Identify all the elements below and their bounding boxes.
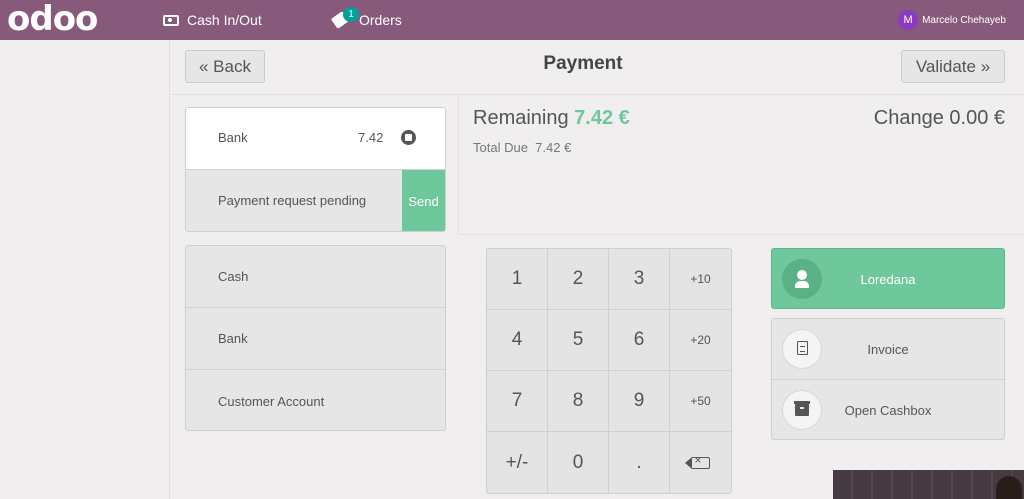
numpad-key-7[interactable]: 7 <box>487 371 548 432</box>
open-cashbox-button[interactable]: Open Cashbox <box>772 380 1004 439</box>
webcam-person <box>996 476 1022 499</box>
orders-button[interactable]: Orders <box>330 0 402 40</box>
cashbox-icon-circle <box>782 390 822 430</box>
payment-methods: Cash Bank Customer Account <box>185 245 446 431</box>
payment-lines: Bank 7.42 Payment request pending Send <box>185 107 446 232</box>
numpad-key-plus-minus[interactable]: +/- <box>487 432 548 493</box>
user-icon <box>782 259 822 299</box>
page-title: Payment <box>543 53 623 74</box>
numpad-key-plus50[interactable]: +50 <box>670 371 731 432</box>
change-amount: 0.00 € <box>949 107 1005 129</box>
user-name: Marcelo Chehayeb <box>922 14 1006 26</box>
payment-method-cash[interactable]: Cash <box>186 246 445 308</box>
remaining-amount: 7.42 € <box>574 107 630 129</box>
user-menu[interactable]: M Marcelo Chehayeb <box>898 0 1006 40</box>
payment-method-customer-account[interactable]: Customer Account <box>186 370 445 430</box>
total-due-amount: 7.42 € <box>535 140 572 155</box>
numpad-key-plus10[interactable]: +10 <box>670 249 731 310</box>
orders-count-badge: 1 <box>343 7 359 22</box>
archive-icon <box>794 401 810 416</box>
payment-line-name: Bank <box>218 130 248 145</box>
payment-line-selected[interactable]: Bank 7.42 <box>186 108 445 169</box>
numpad-key-1[interactable]: 1 <box>487 249 548 310</box>
numpad-key-4[interactable]: 4 <box>487 310 548 371</box>
customer-name: Loredana <box>860 272 916 287</box>
numpad-key-6[interactable]: 6 <box>609 310 670 371</box>
payment-screen: « Back Payment Validate » Bank 7.42 Paym… <box>171 40 1024 499</box>
remaining-label: Remaining <box>473 107 569 129</box>
change-summary: Change 0.00 € <box>871 107 1005 130</box>
webcam-overlay <box>833 470 1024 499</box>
numpad-key-backspace[interactable] <box>670 432 731 493</box>
payment-request-pending-row: Payment request pending Send <box>186 169 445 231</box>
cash-in-out-label: Cash In/Out <box>187 12 262 28</box>
header-divider <box>171 94 1024 95</box>
payment-method-bank[interactable]: Bank <box>186 308 445 370</box>
numpad-key-5[interactable]: 5 <box>548 310 609 371</box>
payment-line-amount: 7.42 <box>358 130 384 145</box>
cash-in-out-button[interactable]: Cash In/Out <box>163 0 262 40</box>
left-gutter <box>0 40 170 499</box>
customer-button[interactable]: Loredana <box>771 248 1005 309</box>
open-cashbox-label: Open Cashbox <box>844 403 932 418</box>
back-button[interactable]: « Back <box>185 50 265 83</box>
horizontal-divider <box>459 234 1024 235</box>
validate-button[interactable]: Validate » <box>901 50 1005 83</box>
numpad-key-2[interactable]: 2 <box>548 249 609 310</box>
money-icon <box>163 14 179 26</box>
remaining-summary: Remaining 7.42 € <box>473 107 630 130</box>
invoice-label: Invoice <box>867 342 909 357</box>
numpad-key-plus20[interactable]: +20 <box>670 310 731 371</box>
payment-pending-label: Payment request pending <box>218 193 367 208</box>
top-navbar: odoo Cash In/Out Orders 1 M Marcelo Cheh… <box>0 0 1024 40</box>
numpad-key-8[interactable]: 8 <box>548 371 609 432</box>
invoice-icon-circle <box>782 329 822 369</box>
numpad-key-decimal[interactable]: . <box>609 432 670 493</box>
numpad-key-3[interactable]: 3 <box>609 249 670 310</box>
orders-label: Orders <box>359 12 402 28</box>
total-due-label: Total Due <box>473 140 528 155</box>
numpad-key-0[interactable]: 0 <box>548 432 609 493</box>
backspace-icon <box>684 453 710 469</box>
odoo-logo: odoo <box>7 0 98 39</box>
invoice-button[interactable]: Invoice <box>772 319 1004 380</box>
vertical-divider <box>458 94 459 234</box>
total-due: Total Due 7.42 € <box>473 140 571 155</box>
numpad-key-9[interactable]: 9 <box>609 371 670 432</box>
avatar: M <box>898 10 919 30</box>
document-icon <box>797 341 808 355</box>
numpad: 1 2 3 +10 4 5 6 +20 7 8 9 +50 +/- 0 . <box>486 248 732 494</box>
change-label: Change <box>873 107 944 129</box>
payment-actions: Invoice Open Cashbox <box>771 318 1005 440</box>
send-button[interactable]: Send <box>402 170 445 231</box>
delete-icon[interactable] <box>401 130 416 145</box>
